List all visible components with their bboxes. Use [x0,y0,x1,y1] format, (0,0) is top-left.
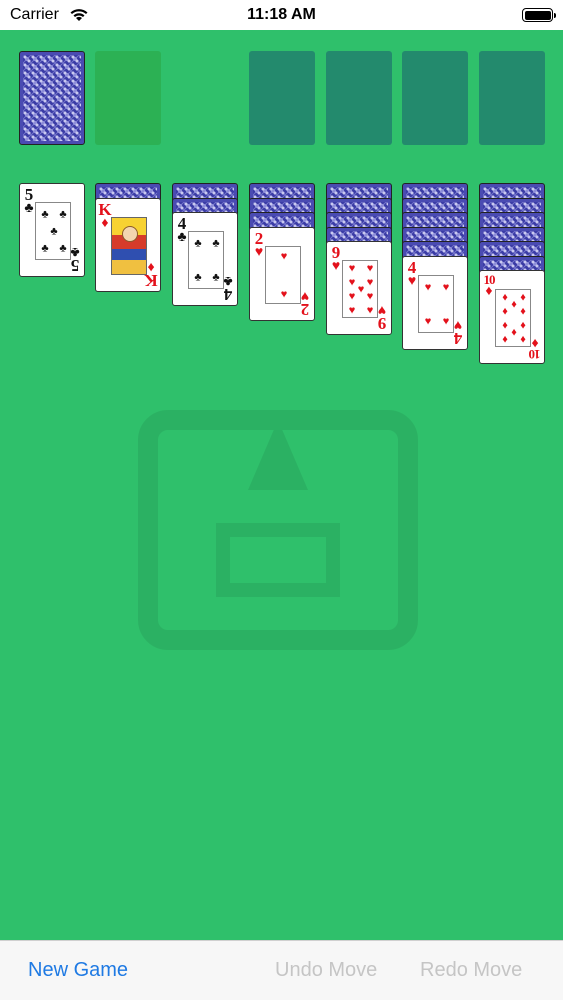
foundation-slot-2[interactable] [326,51,392,145]
status-bar: Carrier 11:18 AM [0,0,563,30]
pip-icon: ♥ [348,290,356,303]
pip-icon: ♣ [194,271,202,284]
pip-icon: ♥ [348,276,356,289]
card-face: ♦ ♦ ♦ ♦ ♦ ♦ ♦ ♦ ♦ ♦ [495,289,531,347]
pip-icon: ♦ [511,298,517,311]
tableau-card-1[interactable]: 5 ♣ 5 ♣ ♣ ♣ ♣ ♣ ♣ [19,183,85,277]
watermark-logo-icon [138,410,418,650]
foundation-slot-1[interactable] [249,51,315,145]
pip-icon: ♦ [511,326,517,339]
foundation-slot-4[interactable] [479,51,545,145]
pip-icon: ♦ [520,319,526,332]
card-rank: 2 [254,228,264,248]
card-face: ♣ ♣ ♣ ♣ [188,231,224,289]
new-game-button[interactable]: New Game [28,959,128,982]
pip-icon: ♥ [442,315,450,327]
pip-icon: ♣ [212,271,220,284]
card-face: ♣ ♣ ♣ ♣ ♣ [35,202,71,260]
pip-icon: ♥ [366,276,374,289]
pip-icon: ♥ [442,281,450,293]
pip-icon: ♥ [348,262,356,275]
pip-icon: ♥ [366,304,374,317]
pip-icon: ♣ [59,208,67,221]
pip-icon: ♣ [41,208,49,221]
pip-icon: ♦ [502,305,508,318]
tableau-card-4[interactable]: 2 ♥ 2 ♥ ♥ ♥ [249,226,315,321]
king-face-art [111,216,147,275]
pip-icon: ♥ [366,262,374,275]
wifi-icon [70,9,88,21]
pip-icon: ♥ [357,283,365,296]
card-rank: K [98,199,112,219]
pip-icon: ♣ [41,242,49,255]
waste-pile[interactable] [95,51,161,145]
tableau-card-7[interactable]: 10 ♦ 10 ♦ ♦ ♦ ♦ ♦ ♦ ♦ ♦ ♦ ♦ ♦ [479,270,545,364]
stock-pile[interactable] [19,51,85,145]
pip-icon: ♦ [502,291,508,304]
pip-icon: ♥ [366,290,374,303]
pip-icon: ♦ [520,333,526,346]
pip-icon: ♦ [520,305,526,318]
card-rank: 4 [407,257,417,277]
pip-icon: ♣ [59,242,67,255]
redo-move-button[interactable]: Redo Move [420,959,522,982]
tableau-card-2[interactable]: K ♦ K ♦ [95,197,161,292]
tableau-card-5[interactable]: 9 ♥ 9 ♥ ♥ ♥ ♥ ♥ ♥ ♥ ♥ ♥ ♥ [326,241,392,335]
pip-icon: ♣ [194,237,202,250]
pip-icon: ♥ [348,304,356,317]
foundation-slot-3[interactable] [402,51,468,145]
tableau-card-3[interactable]: 4 ♣ 4 ♣ ♣ ♣ ♣ ♣ [172,212,238,306]
pip-icon: ♣ [212,237,220,250]
pip-icon: ♥ [280,288,288,300]
pip-icon: ♥ [280,250,288,262]
bottom-toolbar: New Game Undo Move Redo Move [0,940,563,1000]
status-left: Carrier [10,6,89,24]
battery-icon [522,8,556,22]
carrier-label: Carrier [10,6,59,23]
pip-icon: ♦ [502,319,508,332]
card-face: ♥ ♥ ♥ ♥ [418,274,454,333]
tableau-card-6[interactable]: 4 ♥ 4 ♥ ♥ ♥ ♥ ♥ [402,255,468,350]
pip-icon: ♦ [520,291,526,304]
pip-icon: ♥ [424,281,432,293]
card-face: ♥ ♥ ♥ ♥ ♥ ♥ ♥ ♥ ♥ [342,260,378,318]
pip-icon: ♣ [50,225,58,238]
pip-icon: ♦ [502,333,508,346]
pip-icon: ♥ [424,315,432,327]
card-face: ♥ ♥ [265,245,301,304]
undo-move-button[interactable]: Undo Move [275,959,377,982]
